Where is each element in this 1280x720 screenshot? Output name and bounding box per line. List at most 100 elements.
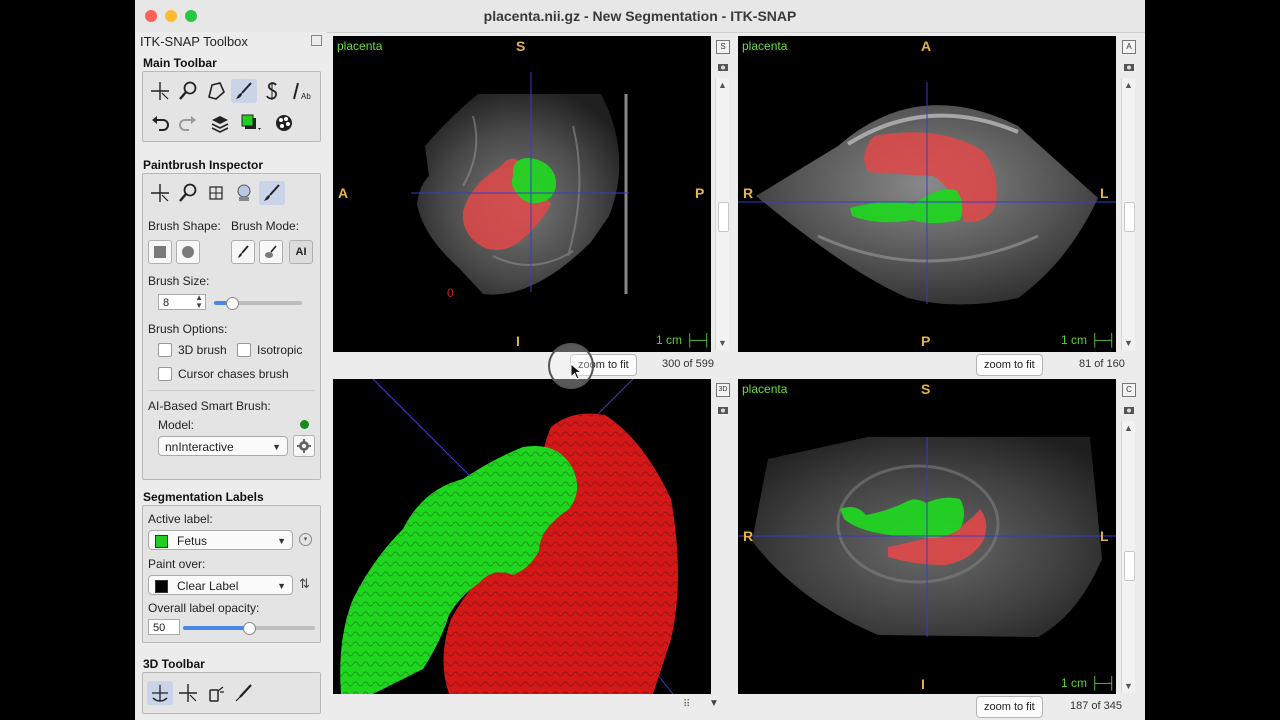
- scroll-up-icon[interactable]: ▲: [718, 80, 727, 90]
- inspector-paintbrush-button[interactable]: [259, 181, 285, 205]
- main-toolbar-heading: Main Toolbar: [143, 56, 217, 70]
- magnifier-icon: [179, 81, 197, 100]
- layers-button[interactable]: [207, 111, 233, 135]
- scroll-down-icon[interactable]: ▼: [1124, 681, 1133, 691]
- active-label-dropdown[interactable]: Fetus ▼: [148, 530, 293, 550]
- opacity-slider[interactable]: [183, 622, 315, 635]
- scroll-up-icon[interactable]: ▲: [1124, 423, 1133, 433]
- scroll-down-icon[interactable]: ▼: [1124, 338, 1133, 348]
- sagittal-view-layout-button[interactable]: S: [716, 40, 730, 54]
- 3d-view-layout-button[interactable]: 3D: [716, 383, 730, 397]
- 3d-brush-checkbox[interactable]: [158, 343, 172, 357]
- inspector-ai-button[interactable]: [231, 181, 257, 205]
- zoom-tool-button[interactable]: [175, 79, 201, 103]
- camera-icon[interactable]: [1122, 403, 1136, 417]
- cursor-chases-checkbox[interactable]: [158, 367, 172, 381]
- axial-zoom-to-fit-button[interactable]: zoom to fit: [976, 354, 1043, 376]
- axial-bottom-orientation: P: [921, 333, 931, 349]
- axial-scale-bar: 1 cm ├─┤: [1061, 333, 1116, 347]
- label-color-icon: [241, 114, 261, 130]
- 3d-options-icon[interactable]: ⠿: [683, 699, 690, 710]
- snake-icon: [266, 82, 277, 100]
- crosshair-icon: [179, 684, 197, 702]
- crosshair-tool-button[interactable]: [147, 79, 173, 103]
- scroll-down-icon[interactable]: ▼: [718, 338, 727, 348]
- polygon-tool-button[interactable]: [203, 79, 229, 103]
- inspector-crosshair-button[interactable]: [147, 181, 173, 205]
- annotation-icon: Ab: [293, 82, 311, 101]
- model-label: Model:: [158, 418, 195, 432]
- opacity-field[interactable]: 50: [148, 619, 180, 635]
- square-brush-button[interactable]: [148, 240, 172, 264]
- label-options-icon[interactable]: ▾: [299, 533, 312, 546]
- axial-slice-scrollbar[interactable]: ▲ ▼: [1121, 78, 1135, 350]
- brush-size-field[interactable]: 8 ▲ ▼: [158, 294, 206, 310]
- round-brush-button[interactable]: [176, 240, 200, 264]
- coronal-zoom-to-fit-button[interactable]: zoom to fit: [976, 696, 1043, 718]
- rotate-3d-icon: [152, 685, 168, 702]
- main-toolbar: Ab: [142, 71, 321, 142]
- sagittal-slice-scrollbar[interactable]: ▲ ▼: [715, 78, 729, 350]
- 3d-spray-button[interactable]: [203, 681, 229, 705]
- sagittal-view[interactable]: placenta S I A P 0 1 cm ├─┤: [333, 36, 711, 352]
- chevron-down-icon[interactable]: ▼: [709, 698, 719, 709]
- square-icon: [154, 246, 166, 258]
- coronal-right-orientation: L: [1100, 528, 1109, 544]
- camera-icon[interactable]: [716, 60, 730, 74]
- paintbrush-inspector: Brush Shape: Brush Mode: AI Brush Size: …: [142, 173, 321, 480]
- mouse-pointer-icon: [570, 363, 583, 380]
- coronal-scroll-thumb[interactable]: [1124, 551, 1135, 581]
- coronal-view[interactable]: placenta S I R L 1 cm ├─┤: [738, 379, 1116, 694]
- 3d-rotate-button[interactable]: [147, 681, 173, 705]
- paint-mode-button[interactable]: [231, 240, 255, 264]
- model-settings-button[interactable]: [293, 435, 315, 457]
- label-color-button[interactable]: [239, 111, 265, 135]
- annotation-tool-button[interactable]: Ab: [287, 79, 313, 103]
- scroll-up-icon[interactable]: ▲: [1124, 80, 1133, 90]
- inspector-zoom-button[interactable]: [175, 181, 201, 205]
- sagittal-slice-counter: 300 of 599: [662, 358, 714, 370]
- coronal-slice-scrollbar[interactable]: ▲ ▼: [1121, 421, 1135, 693]
- brush-size-slider-handle[interactable]: [225, 297, 239, 310]
- redo-button[interactable]: [175, 111, 201, 135]
- coronal-image: [738, 437, 1116, 637]
- 3d-scalpel-button[interactable]: [231, 681, 257, 705]
- opacity-slider-handle[interactable]: [243, 622, 256, 635]
- toolbox-panel: ITK-SNAP Toolbox Main Toolbar Ab Paintbr…: [135, 32, 327, 720]
- svg-text:Ab: Ab: [301, 92, 311, 101]
- 3d-view[interactable]: [333, 379, 711, 694]
- brush-size-value: 8: [163, 297, 170, 309]
- ai-mode-button[interactable]: AI: [289, 240, 313, 264]
- camera-icon[interactable]: [1122, 60, 1136, 74]
- axial-scroll-thumb[interactable]: [1124, 202, 1135, 232]
- paint-over-caption: Paint over:: [148, 557, 206, 571]
- paint-over-value: Clear Label: [177, 579, 239, 593]
- brush-size-label: Brush Size:: [148, 274, 210, 288]
- sagittal-bottom-orientation: I: [516, 333, 520, 349]
- brush-size-slider[interactable]: [214, 297, 302, 310]
- coronal-view-layout-button[interactable]: C: [1122, 383, 1136, 397]
- spinner-arrows-icon[interactable]: ▲ ▼: [195, 294, 203, 310]
- 3d-crosshair-button[interactable]: [175, 681, 201, 705]
- palette-icon: [276, 115, 292, 131]
- model-dropdown[interactable]: nnInteractive ▼: [158, 436, 288, 456]
- axial-view[interactable]: placenta A P R L 1 cm ├─┤: [738, 36, 1116, 352]
- isotropic-checkbox[interactable]: [237, 343, 251, 357]
- paintbrush-inspector-heading: Paintbrush Inspector: [143, 158, 264, 172]
- sagittal-scale-bar: 1 cm ├─┤: [656, 333, 711, 347]
- camera-icon[interactable]: [716, 403, 730, 417]
- axial-view-layout-button[interactable]: A: [1122, 40, 1136, 54]
- paint-over-dropdown[interactable]: Clear Label ▼: [148, 575, 293, 595]
- smart-mode-button[interactable]: [259, 240, 283, 264]
- paintbrush-tool-button[interactable]: [231, 79, 257, 103]
- sagittal-scale-label: 1 cm: [656, 333, 683, 347]
- palette-button[interactable]: [271, 111, 297, 135]
- inspector-grid-button[interactable]: [203, 181, 229, 205]
- snake-tool-button[interactable]: [259, 79, 285, 103]
- axial-slice-counter: 81 of 160: [1079, 358, 1125, 370]
- undo-button[interactable]: [147, 111, 173, 135]
- grid-icon: [209, 186, 223, 200]
- undock-icon[interactable]: [311, 35, 322, 46]
- sagittal-scroll-thumb[interactable]: [718, 202, 729, 232]
- swap-labels-icon[interactable]: ⇅: [299, 576, 310, 592]
